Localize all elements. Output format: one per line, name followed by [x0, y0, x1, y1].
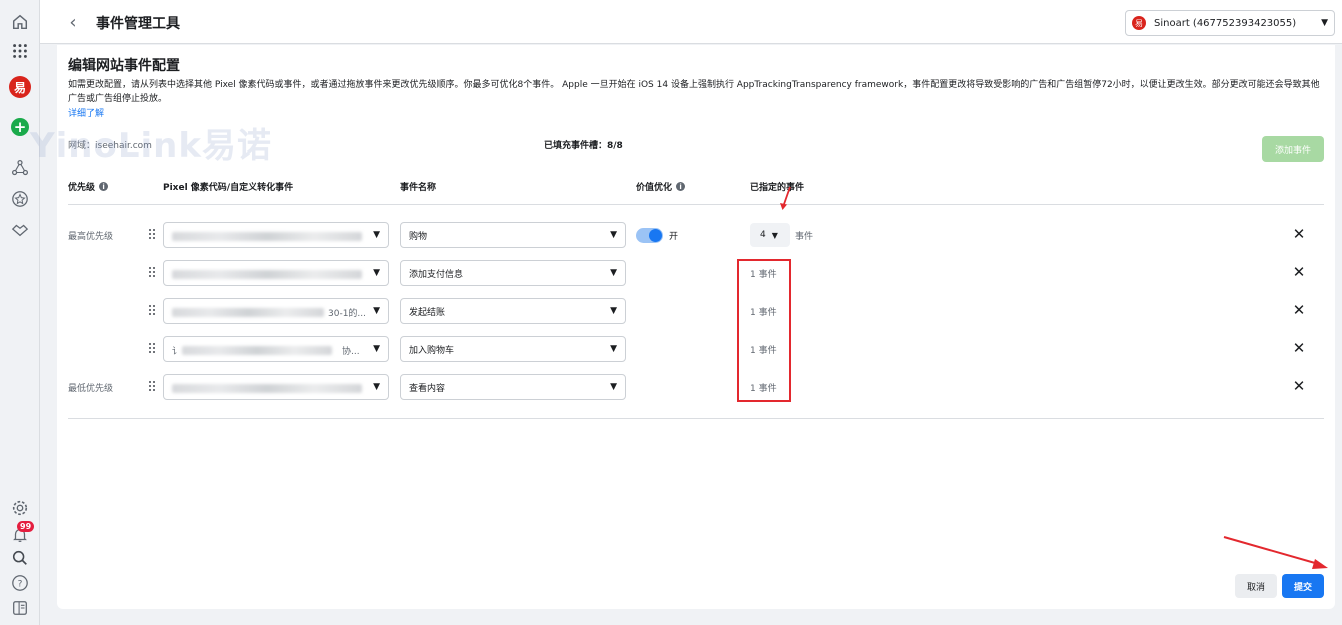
remove-row-close-icon[interactable]: ✕ [1291, 263, 1307, 281]
drag-handle-icon[interactable] [149, 343, 157, 355]
priority-label: 最高优先级 [68, 232, 114, 242]
event-name-select[interactable]: 发起结账 ▼ [400, 298, 626, 324]
table-row: 讠 协... ▼ 加入购物车 ▼ 1 事件 ✕ [57, 336, 1335, 362]
submit-button[interactable]: 提交 [1282, 574, 1324, 598]
search-icon[interactable] [10, 548, 30, 568]
pixel-text-fragment: 30-1的... [328, 309, 367, 319]
redacted-text [172, 232, 362, 241]
event-name-select[interactable]: 查看内容 ▼ [400, 374, 626, 400]
remove-row-close-icon[interactable]: ✕ [1291, 225, 1307, 243]
pixel-text-fragment: 协... [342, 347, 360, 357]
remove-row-close-icon[interactable]: ✕ [1291, 301, 1307, 319]
table-row: 最低优先级 ▼ 查看内容 ▼ 1 事件 ✕ [57, 374, 1335, 400]
drag-handle-icon[interactable] [149, 305, 157, 317]
info-icon[interactable]: i [676, 182, 686, 191]
caret-down-icon: ▼ [610, 344, 617, 354]
event-config-panel: 编辑网站事件配置 如需更改配置，请从列表中选择其他 Pixel 像素代码或事件，… [57, 45, 1335, 609]
header-divider [68, 204, 1324, 205]
table-row: 最高优先级 ▼ 购物 ▼ 开 4 ▼ 事件 ✕ [57, 222, 1335, 248]
account-selector[interactable]: 易 Sinoart (467752393423055) ▼ [1125, 10, 1335, 36]
value-optimization-toggle[interactable] [636, 228, 663, 243]
caret-down-icon: ▼ [610, 306, 617, 316]
assigned-events-dropdown[interactable]: 4 ▼ [750, 223, 790, 247]
business-avatar[interactable]: 易 [9, 76, 31, 98]
drag-handle-icon[interactable] [149, 229, 157, 241]
column-pixel: Pixel 像素代码/自定义转化事件 [163, 183, 294, 193]
pixel-select[interactable]: 讠 协... ▼ [163, 336, 389, 362]
info-icon[interactable]: i [99, 182, 109, 191]
remove-row-close-icon[interactable]: ✕ [1291, 339, 1307, 357]
handshake-icon[interactable] [10, 220, 30, 240]
column-assigned-events: 已指定的事件 [750, 183, 805, 193]
side-panel-icon[interactable] [10, 598, 30, 618]
column-priority: 优先级 i [68, 180, 109, 193]
caret-down-icon: ▼ [610, 382, 617, 392]
caret-down-icon: ▼ [373, 344, 380, 354]
pixel-select[interactable]: 30-1的... ▼ [163, 298, 389, 324]
apps-grid-icon[interactable] [10, 41, 30, 61]
event-name-select[interactable]: 添加支付信息 ▼ [400, 260, 626, 286]
help-icon[interactable]: ? [10, 573, 30, 593]
network-icon[interactable] [10, 158, 30, 178]
left-rail: 易 + 99 ? [0, 0, 40, 625]
column-event-name: 事件名称 [400, 183, 437, 193]
back-chevron-icon[interactable]: ‹ [64, 12, 82, 33]
drag-handle-icon[interactable] [149, 267, 157, 279]
annotation-arrow-icon [1223, 536, 1328, 569]
star-icon[interactable] [10, 189, 30, 209]
toggle-label: 开 [669, 232, 679, 242]
panel-description: 如需更改配置，请从列表中选择其他 Pixel 像素代码或事件，或者通过拖放事件来… [68, 80, 1320, 104]
annotation-highlight-box [737, 259, 791, 402]
learn-more-link[interactable]: 详细了解 [68, 106, 104, 119]
pixel-select[interactable]: ▼ [163, 374, 389, 400]
caret-down-icon: ▼ [373, 268, 380, 278]
account-name: Sinoart (467752393423055) [1154, 17, 1297, 29]
account-avatar-icon: 易 [1132, 16, 1146, 30]
event-name-select[interactable]: 加入购物车 ▼ [400, 336, 626, 362]
pixel-select[interactable]: ▼ [163, 260, 389, 286]
cancel-button[interactable]: 取消 [1235, 574, 1277, 598]
column-value-optimization: 价值优化 i [636, 180, 686, 193]
top-bar: ‹ 事件管理工具 易 Sinoart (467752393423055) ▼ [40, 0, 1342, 44]
caret-down-icon: ▼ [373, 382, 380, 392]
redacted-text [172, 384, 362, 393]
caret-down-icon: ▼ [610, 268, 617, 278]
caret-down-icon: ▼ [1321, 18, 1328, 28]
table-bottom-divider [68, 418, 1324, 419]
event-name-select[interactable]: 购物 ▼ [400, 222, 626, 248]
table-row: 30-1的... ▼ 发起结账 ▼ 1 事件 ✕ [57, 298, 1335, 324]
domain-label: 网域：iseehair.com [68, 141, 152, 151]
redacted-text [172, 270, 362, 279]
svg-text:?: ? [18, 580, 23, 590]
table-row: ▼ 添加支付信息 ▼ 1 事件 ✕ [57, 260, 1335, 286]
panel-title: 编辑网站事件配置 [68, 58, 180, 74]
caret-down-icon: ▼ [610, 230, 617, 240]
add-event-button[interactable]: 添加事件 [1262, 136, 1324, 162]
pixel-text-fragment: 讠 [172, 347, 182, 357]
caret-down-icon: ▼ [373, 230, 380, 240]
caret-down-icon: ▼ [373, 306, 380, 316]
drag-handle-icon[interactable] [149, 381, 157, 393]
page-title: 事件管理工具 [96, 16, 180, 32]
pixel-select[interactable]: ▼ [163, 222, 389, 248]
assigned-events-label: 事件 [795, 232, 814, 242]
caret-down-icon: ▼ [771, 230, 778, 240]
home-icon[interactable] [10, 12, 30, 32]
slots-filled: 已填充事件槽：8/8 [544, 141, 623, 151]
priority-label: 最低优先级 [68, 384, 114, 394]
create-plus-icon[interactable]: + [11, 118, 29, 136]
notifications-badge: 99 [17, 521, 35, 532]
redacted-text [182, 346, 332, 355]
settings-gear-icon[interactable] [10, 498, 30, 518]
remove-row-close-icon[interactable]: ✕ [1291, 377, 1307, 395]
redacted-text [172, 308, 324, 317]
